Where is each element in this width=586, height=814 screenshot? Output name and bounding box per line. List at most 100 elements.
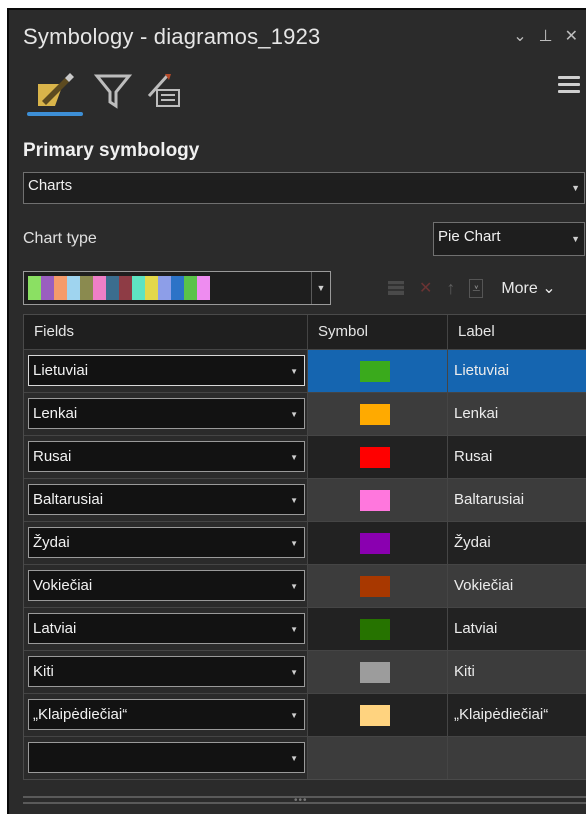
field-select[interactable]: Žydai ▼: [28, 527, 305, 558]
field-cell: „Klaipėdiečiai“ ▼: [24, 694, 308, 736]
window-controls: ⌄ ⊥ ✕: [513, 26, 578, 46]
symbol-cell[interactable]: [308, 694, 448, 736]
label-cell[interactable]: [448, 737, 586, 779]
symbol-swatch[interactable]: [360, 576, 390, 597]
symbol-swatch[interactable]: [360, 662, 390, 683]
add-fields-icon[interactable]: [387, 280, 405, 296]
resize-grip-icon[interactable]: •••: [294, 795, 308, 806]
color-scheme-swatch: [184, 276, 197, 300]
chevron-down-icon[interactable]: ⌄: [513, 26, 526, 46]
color-scheme-swatch: [197, 276, 210, 300]
field-select[interactable]: „Klaipėdiečiai“ ▼: [28, 699, 305, 730]
symbol-swatch[interactable]: [360, 705, 390, 726]
symbol-cell[interactable]: [308, 737, 448, 779]
column-header-symbol[interactable]: Symbol: [308, 315, 448, 349]
table-row[interactable]: ▼: [24, 736, 586, 779]
symbol-cell[interactable]: [308, 350, 448, 392]
table-row[interactable]: Latviai ▼ Latviai: [24, 607, 586, 650]
symbol-swatch[interactable]: [360, 533, 390, 554]
label-cell[interactable]: Baltarusiai: [448, 479, 586, 521]
symbol-cell[interactable]: [308, 608, 448, 650]
table-row[interactable]: „Klaipėdiečiai“ ▼ „Klaipėdiečiai“: [24, 693, 586, 736]
symbol-cell[interactable]: [308, 436, 448, 478]
field-value: „Klaipėdiečiai“: [33, 706, 128, 723]
column-header-label[interactable]: Label: [448, 315, 586, 349]
field-value: Lenkai: [33, 405, 78, 422]
label-cell[interactable]: „Klaipėdiečiai“: [448, 694, 586, 736]
table-row[interactable]: Kiti ▼ Kiti: [24, 650, 586, 693]
chart-type-select[interactable]: Pie Chart ▼: [433, 222, 585, 256]
field-select[interactable]: Rusai ▼: [28, 441, 305, 472]
label-cell[interactable]: Žydai: [448, 522, 586, 564]
chevron-down-icon: ▼: [290, 539, 298, 548]
active-tab-indicator: [27, 112, 83, 116]
color-scheme-swatch: [171, 276, 184, 300]
chart-type-label: Chart type: [23, 230, 97, 247]
chevron-down-icon: ▼: [571, 234, 580, 244]
field-select[interactable]: ▼: [28, 742, 305, 773]
table-row[interactable]: Rusai ▼ Rusai: [24, 435, 586, 478]
symbol-swatch[interactable]: [360, 619, 390, 640]
color-scheme-swatch: [106, 276, 119, 300]
field-select[interactable]: Latviai ▼: [28, 613, 305, 644]
field-select[interactable]: Kiti ▼: [28, 656, 305, 687]
move-up-icon[interactable]: ↑: [446, 278, 455, 299]
fields-table: Fields Symbol Label Lietuviai ▼ Lietuviai L…: [23, 314, 586, 780]
field-value: Kiti: [33, 663, 54, 680]
field-select[interactable]: Lenkai ▼: [28, 398, 305, 429]
table-body: Lietuviai ▼ Lietuviai Lenkai ▼ Lenkai Rusai ▼ Ru…: [24, 349, 586, 779]
symbol-cell[interactable]: [308, 479, 448, 521]
field-select[interactable]: Lietuviai ▼: [28, 355, 305, 386]
move-down-icon[interactable]: ⩡: [469, 278, 484, 298]
chevron-down-icon: ▼: [311, 272, 330, 304]
symbol-cell[interactable]: [308, 565, 448, 607]
pane-titlebar: Symbology - diagramos_1923 ⌄ ⊥ ✕: [9, 10, 586, 60]
table-row[interactable]: Baltarusiai ▼ Baltarusiai: [24, 478, 586, 521]
symbol-swatch[interactable]: [360, 490, 390, 511]
column-header-fields[interactable]: Fields: [24, 315, 308, 349]
field-cell: Rusai ▼: [24, 436, 308, 478]
label-list-icon[interactable]: [145, 70, 185, 110]
color-scheme-swatch: [158, 276, 171, 300]
filter-icon[interactable]: [93, 70, 133, 110]
more-menu-button[interactable]: More ⌄: [501, 278, 555, 298]
table-row[interactable]: Lietuviai ▼ Lietuviai: [24, 349, 586, 392]
field-toolbar: ✕ ↑ ⩡ More ⌄: [387, 274, 556, 302]
color-scheme-swatch: [41, 276, 54, 300]
label-cell[interactable]: Vokiečiai: [448, 565, 586, 607]
field-value: Žydai: [33, 534, 70, 551]
label-cell[interactable]: Kiti: [448, 651, 586, 693]
label-cell[interactable]: Lietuviai: [448, 350, 586, 392]
field-select[interactable]: Baltarusiai ▼: [28, 484, 305, 515]
color-scheme-select[interactable]: ▼: [23, 271, 331, 305]
close-icon[interactable]: ✕: [565, 26, 578, 46]
color-scheme-swatch: [93, 276, 106, 300]
chevron-down-icon: ▼: [290, 625, 298, 634]
pin-icon[interactable]: ⊥: [539, 26, 553, 46]
primary-symbology-value: Charts: [28, 177, 73, 194]
paintbrush-icon[interactable]: [35, 70, 75, 110]
primary-symbology-select[interactable]: Charts ▼: [23, 172, 585, 204]
symbol-cell[interactable]: [308, 393, 448, 435]
table-row[interactable]: Vokiečiai ▼ Vokiečiai: [24, 564, 586, 607]
symbology-pane: Symbology - diagramos_1923 ⌄ ⊥ ✕ Primary…: [7, 8, 586, 814]
table-row[interactable]: Lenkai ▼ Lenkai: [24, 392, 586, 435]
symbol-swatch[interactable]: [360, 361, 390, 382]
label-cell[interactable]: Latviai: [448, 608, 586, 650]
field-select[interactable]: Vokiečiai ▼: [28, 570, 305, 601]
label-cell[interactable]: Rusai: [448, 436, 586, 478]
symbol-cell[interactable]: [308, 651, 448, 693]
menu-icon[interactable]: [558, 76, 580, 96]
table-row[interactable]: Žydai ▼ Žydai: [24, 521, 586, 564]
symbol-cell[interactable]: [308, 522, 448, 564]
symbol-swatch[interactable]: [360, 447, 390, 468]
color-scheme-swatch: [132, 276, 145, 300]
symbol-swatch[interactable]: [360, 404, 390, 425]
remove-icon[interactable]: ✕: [419, 278, 432, 298]
color-scheme-swatch: [80, 276, 93, 300]
label-cell[interactable]: Lenkai: [448, 393, 586, 435]
field-cell: Vokiečiai ▼: [24, 565, 308, 607]
field-value: Lietuviai: [33, 362, 89, 379]
field-cell: Latviai ▼: [24, 608, 308, 650]
chevron-down-icon: ▼: [290, 582, 298, 591]
